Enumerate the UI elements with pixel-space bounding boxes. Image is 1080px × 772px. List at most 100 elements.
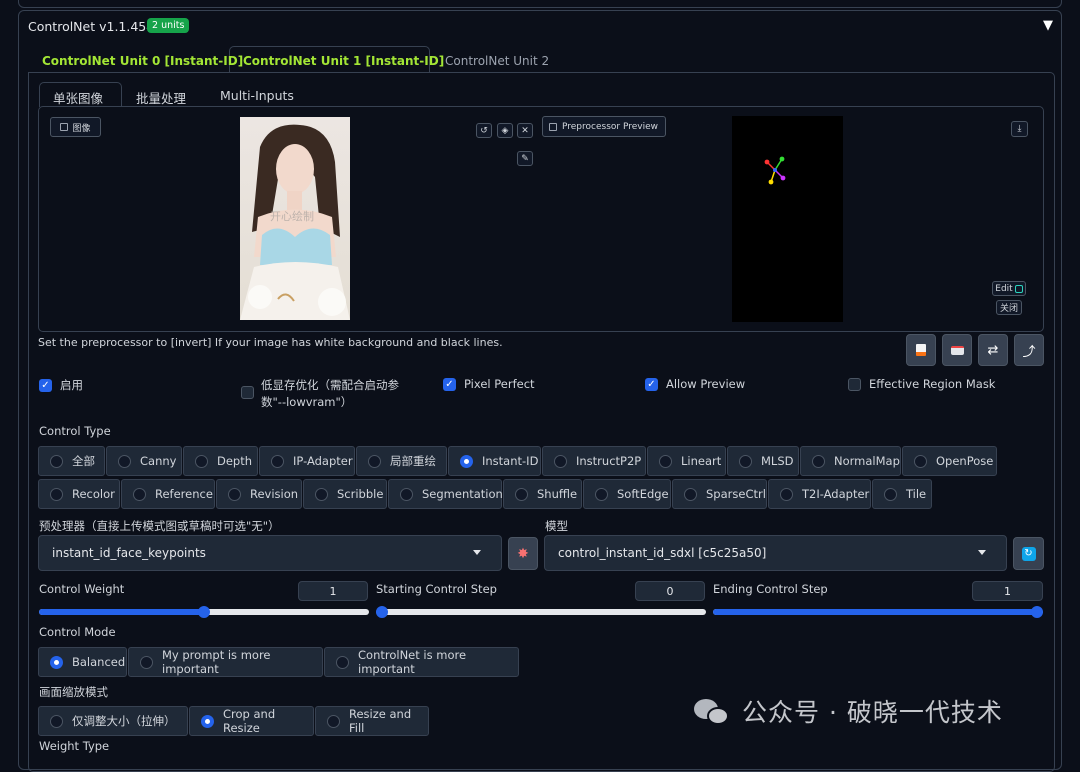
send-dimensions-button[interactable]: ⤴ <box>1014 334 1044 366</box>
control-type-sparsectrl[interactable]: SparseCtrl <box>672 479 767 509</box>
lowvram-checkbox[interactable] <box>241 386 254 402</box>
control-type-openpose[interactable]: OpenPose <box>902 446 997 476</box>
slider-thumb[interactable] <box>1031 606 1043 618</box>
control-type-mlsd[interactable]: MLSD <box>727 446 799 476</box>
radio-icon <box>228 487 241 501</box>
resize-mode-option-label: 仅调整大小（拉伸） <box>72 714 176 728</box>
control-type-label-text: SparseCtrl <box>706 487 766 501</box>
mirror-button[interactable]: ⇄ <box>978 334 1008 366</box>
starting-step-slider[interactable] <box>376 606 706 618</box>
control-type-recolor[interactable]: Recolor <box>38 479 120 509</box>
clear-icon[interactable]: ✕ <box>517 123 533 138</box>
effective-region-mask-checkbox[interactable]: Effective Region Mask <box>848 377 995 391</box>
resize-mode-crop-resize[interactable]: Crop and Resize <box>189 706 314 736</box>
resize-mode-resize-fill[interactable]: Resize and Fill <box>315 706 429 736</box>
download-icon[interactable]: ⤓ <box>1011 121 1028 137</box>
control-type-instructp2p[interactable]: InstructP2P <box>542 446 646 476</box>
resize-mode-option-label: Crop and Resize <box>223 707 276 735</box>
slider-thumb[interactable] <box>376 606 388 618</box>
control-weight-input[interactable]: 1 <box>298 581 368 601</box>
tab-unit-2[interactable]: ControlNet Unit 2 <box>445 46 549 74</box>
radio-icon <box>50 487 63 501</box>
subtab-batch[interactable]: 批量处理 <box>136 88 186 107</box>
control-type-reference[interactable]: Reference <box>121 479 215 509</box>
radio-icon <box>914 454 927 468</box>
control-type-softedge[interactable]: SoftEdge <box>583 479 671 509</box>
radio-icon <box>368 454 381 468</box>
resize-mode-just-resize[interactable]: 仅调整大小（拉伸） <box>38 706 188 736</box>
control-type-scribble[interactable]: Scribble <box>303 479 387 509</box>
control-type-label-text: MLSD <box>761 454 794 468</box>
pixel-perfect-checkbox[interactable]: ✓ Pixel Perfect <box>443 377 535 391</box>
control-type-label-text: Revision <box>250 487 299 501</box>
control-type-canny[interactable]: Canny <box>106 446 182 476</box>
wechat-icon <box>692 696 732 726</box>
image-icon <box>60 123 69 131</box>
refresh-models-button[interactable]: ↻ <box>1013 537 1044 570</box>
control-type-revision[interactable]: Revision <box>216 479 302 509</box>
undo-icon[interactable]: ↺ <box>476 123 492 138</box>
control-type-label-text: Instant-ID <box>482 454 539 468</box>
enable-label: 启用 <box>60 378 83 392</box>
collapse-caret-icon[interactable]: ▼ <box>1043 18 1053 33</box>
control-type-t2i-adapter[interactable]: T2I-Adapter <box>768 479 871 509</box>
accordion-title[interactable]: ControlNet v1.1.454 <box>28 19 154 34</box>
control-type-label-text: Recolor <box>72 487 115 501</box>
control-type-instant-id[interactable]: Instant-ID <box>448 446 541 476</box>
control-type-normalmap[interactable]: NormalMap <box>800 446 901 476</box>
run-preprocessor-button[interactable]: ✸ <box>508 537 538 570</box>
close-preview-button[interactable]: 关闭 <box>996 300 1022 315</box>
control-type-ip-adapter[interactable]: IP-Adapter <box>259 446 355 476</box>
control-type-all[interactable]: 全部 <box>38 446 105 476</box>
radio-icon <box>739 454 752 468</box>
chevron-down-icon <box>978 550 986 555</box>
ending-step-input[interactable]: 1 <box>972 581 1043 601</box>
control-mode-option-label: ControlNet is more important <box>358 648 467 676</box>
radio-icon <box>780 487 793 501</box>
control-type-tile[interactable]: Tile <box>872 479 932 509</box>
control-weight-slider[interactable] <box>39 606 369 618</box>
enable-checkbox[interactable]: ✓ 启用 <box>39 377 83 393</box>
control-type-depth[interactable]: Depth <box>183 446 258 476</box>
lowvram-label-line2: 数"--lowvram"） <box>261 395 353 409</box>
subtab-multi-inputs[interactable]: Multi-Inputs <box>220 88 294 103</box>
slider-thumb[interactable] <box>198 606 210 618</box>
control-type-lineart[interactable]: Lineart <box>647 446 726 476</box>
erase-icon[interactable]: ◈ <box>497 123 513 138</box>
control-type-segmentation[interactable]: Segmentation <box>388 479 503 509</box>
allow-preview-checkbox[interactable]: ✓ Allow Preview <box>645 377 745 391</box>
subtab-single-image[interactable]: 单张图像 <box>53 88 103 107</box>
control-type-label-text: Tile <box>906 487 927 501</box>
starting-step-input[interactable]: 0 <box>635 581 705 601</box>
control-weight-label: Control Weight <box>39 582 125 596</box>
control-mode-controlnet[interactable]: ControlNet is more important <box>324 647 519 677</box>
checkbox-unchecked-icon <box>241 386 254 399</box>
model-select[interactable]: control_instant_id_sdxl [c5c25a50] <box>544 535 1007 571</box>
radio-icon <box>515 487 528 501</box>
image-input-panel <box>38 106 1044 332</box>
control-type-label-text: OpenPose <box>936 454 994 468</box>
chevron-down-icon <box>473 550 481 555</box>
preprocessor-preview-chip: Preprocessor Preview <box>542 116 666 137</box>
control-type-shuffle[interactable]: Shuffle <box>503 479 582 509</box>
previous-panel-edge <box>18 0 1062 8</box>
control-mode-balanced[interactable]: Balanced <box>38 647 127 677</box>
slider-fill <box>39 609 204 615</box>
tab-unit-1[interactable]: ControlNet Unit 1 [Instant-ID] <box>243 46 444 74</box>
edit-button[interactable]: Edit <box>992 281 1026 296</box>
control-type-label: Control Type <box>39 424 111 438</box>
preprocessor-select[interactable]: instant_id_face_keypoints <box>38 535 502 571</box>
slider-track <box>376 609 706 615</box>
radio-icon <box>271 454 284 468</box>
webcam-button[interactable] <box>942 334 972 366</box>
ending-step-slider[interactable] <box>713 606 1043 618</box>
radio-icon <box>118 454 131 468</box>
slider-fill <box>713 609 1037 615</box>
brush-icon[interactable]: ✎ <box>517 151 533 166</box>
tab-unit-0[interactable]: ControlNet Unit 0 [Instant-ID] <box>42 46 243 74</box>
control-type-inpaint[interactable]: 局部重绘 <box>356 446 447 476</box>
new-canvas-button[interactable] <box>906 334 936 366</box>
control-mode-label: Control Mode <box>39 625 116 639</box>
control-mode-prompt[interactable]: My prompt is more important <box>128 647 323 677</box>
preprocessor-value: instant_id_face_keypoints <box>52 546 206 560</box>
